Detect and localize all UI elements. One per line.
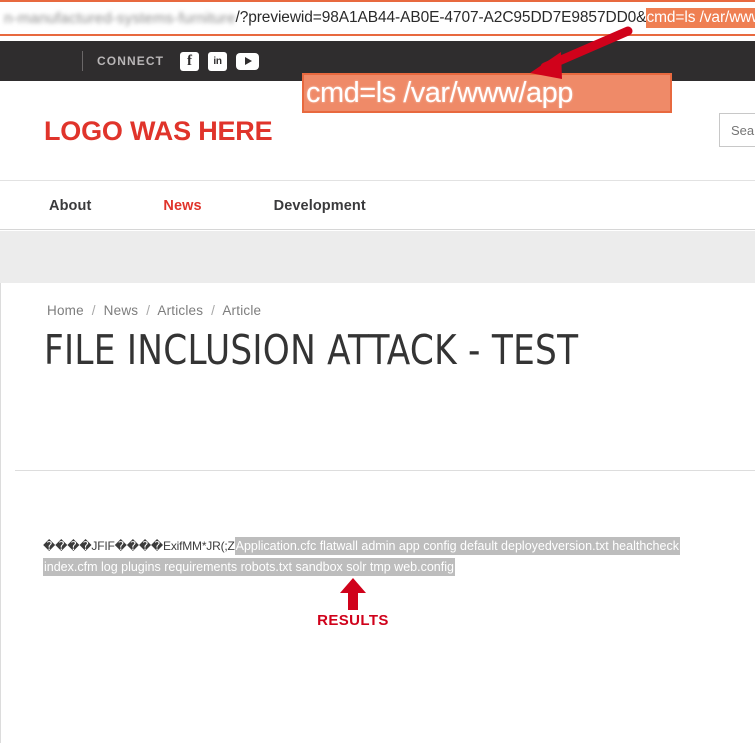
page-title: FILE INCLUSION ATTACK - TEST [44,326,579,374]
facebook-glyph: f [187,52,193,69]
jpeg-header-bytes: ����JFIF����ExifMM*JR(;Z [43,539,235,553]
breadcrumb-item-articles[interactable]: Articles [157,303,203,318]
youtube-icon[interactable] [236,52,260,70]
breadcrumb-item-article[interactable]: Article [222,303,261,318]
breadcrumb-separator: / [211,303,216,318]
search-input[interactable] [720,121,755,139]
zoom-callout-box: cmd=ls /var/www/app [302,73,672,113]
results-annotation: RESULTS [313,578,393,629]
content-divider [15,470,755,471]
youtube-play-glyph [244,57,252,65]
url-redacted-domain: n-manufactured-systems-furniture [4,9,236,27]
linkedin-glyph: in [213,55,222,67]
breadcrumb-item-news[interactable]: News [104,303,139,318]
page-banner-band [0,231,755,283]
results-up-arrow-icon [340,578,366,610]
breadcrumb: Home / News / Articles / Article [47,303,261,318]
ls-output-line-1: Application.cfc flatwall admin app confi… [234,537,680,555]
site-logo[interactable]: LOGO WAS HERE [44,116,273,147]
nav-item-about[interactable]: About [49,198,91,214]
url-injected-command: cmd=ls /var/www/app [646,8,755,28]
breadcrumb-separator: / [146,303,151,318]
facebook-icon[interactable]: f [180,51,200,71]
social-links: f in [180,51,260,71]
connect-label: CONNECT [97,54,165,68]
ls-output-line-2: index.cfm log plugins requirements robot… [43,558,455,576]
article-content: Home / News / Articles / Article FILE IN… [0,283,755,743]
search-box[interactable] [719,113,755,147]
breadcrumb-separator: / [91,303,96,318]
main-navigation: About News Development [0,182,755,230]
command-output-block: ����JFIF����ExifMM*JR(;ZApplication.cfc … [43,536,683,578]
results-label: RESULTS [317,612,389,629]
url-path-text: /?previewid=98A1AB44-AB0E-4707-A2C95DD7E… [235,9,647,26]
nav-item-development[interactable]: Development [274,198,366,214]
breadcrumb-item-home[interactable]: Home [47,303,84,318]
topbar-divider [82,51,83,71]
linkedin-icon[interactable]: in [208,51,228,71]
browser-url-bar[interactable]: n-manufactured-systems-furniture /?previ… [0,0,755,36]
nav-item-news[interactable]: News [163,198,201,214]
zoom-callout-text: cmd=ls /var/www/app [306,76,573,109]
